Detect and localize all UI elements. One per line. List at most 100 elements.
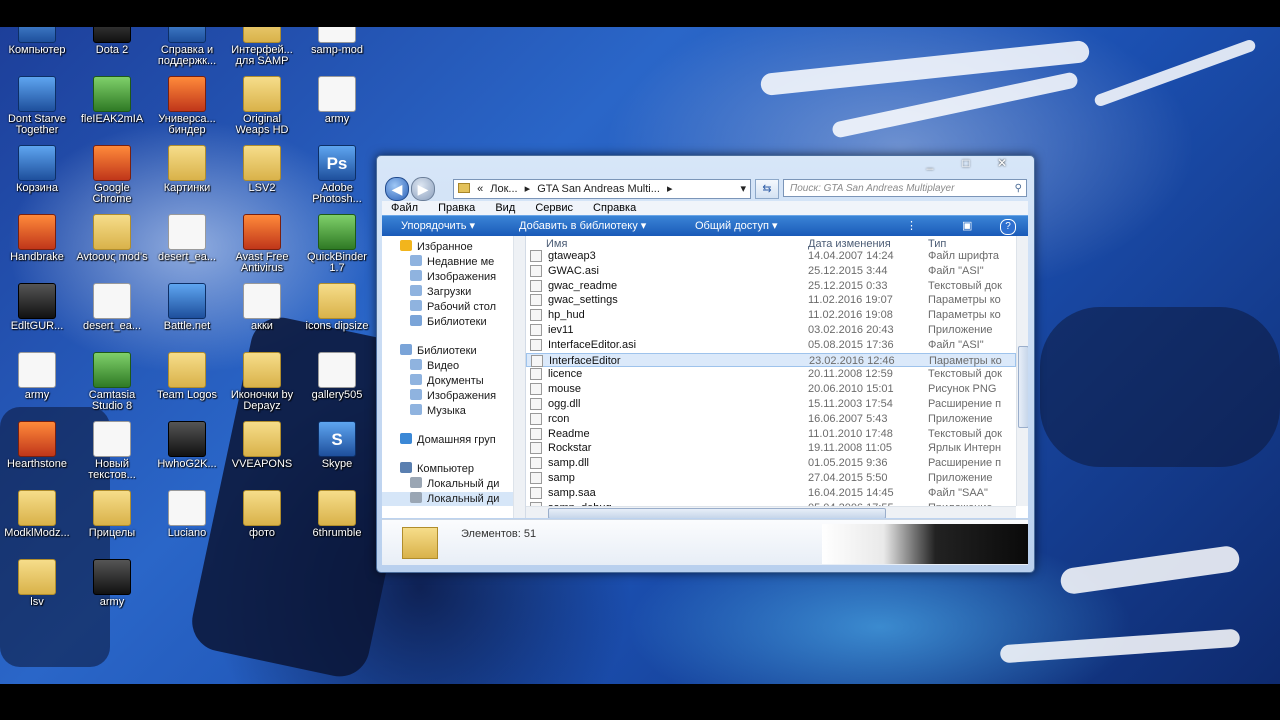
breadcrumb-gta-folder[interactable]: GTA San Andreas Multi...: [537, 183, 660, 195]
desktop-icon[interactable]: LSV2: [225, 145, 299, 194]
nav-item[interactable]: Недавние ме: [410, 255, 494, 269]
nav-item[interactable]: Локальный ди: [382, 492, 513, 506]
desktop-icon[interactable]: icons dipsize: [300, 283, 374, 332]
breadcrumb-separator[interactable]: ▸: [525, 183, 531, 195]
nav-item[interactable]: Избранное: [400, 240, 473, 254]
share-button[interactable]: Общий доступ ▾: [695, 216, 778, 236]
desktop-icon[interactable]: Handbrake: [0, 214, 74, 263]
desktop-icon[interactable]: EdltGUR...: [0, 283, 74, 332]
scroll-thumb[interactable]: [1018, 346, 1028, 428]
menu-tools[interactable]: Сервис: [535, 202, 573, 214]
search-input[interactable]: Поиск: GTA San Andreas Multiplayer ⚲: [783, 179, 1027, 197]
help-icon[interactable]: ?: [1000, 219, 1016, 235]
organize-button[interactable]: Упорядочить ▾: [401, 216, 475, 236]
file-row[interactable]: gtaweap3 14.04.2007 14:24 Файл шрифта: [526, 249, 1016, 263]
file-row[interactable]: samp 27.04.2015 5:50 Приложение: [526, 471, 1016, 485]
view-options-icon[interactable]: ⋮: [906, 216, 917, 236]
nav-item[interactable]: Видео: [410, 359, 459, 373]
desktop-icon[interactable]: HwhoG2K...: [150, 421, 224, 470]
desktop-icon[interactable]: gallery505: [300, 352, 374, 401]
file-row[interactable]: iev11 03.02.2016 20:43 Приложение: [526, 323, 1016, 337]
file-row[interactable]: samp.dll 01.05.2015 9:36 Расширение п: [526, 456, 1016, 470]
maximize-button[interactable]: □: [948, 156, 984, 172]
nav-item[interactable]: Рабочий стол: [410, 300, 496, 314]
nav-item[interactable]: Изображения: [410, 389, 496, 403]
file-row[interactable]: licence 20.11.2008 12:59 Текстовый док: [526, 367, 1016, 381]
desktop-icon[interactable]: desert_ea...: [150, 214, 224, 263]
desktop-icon[interactable]: Avtoους mod's: [75, 214, 149, 263]
desktop-icon[interactable]: Team Logos: [150, 352, 224, 401]
breadcrumb-overflow[interactable]: «: [477, 183, 483, 195]
desktop-icon[interactable]: QuickBinder 1.7: [300, 214, 374, 274]
desktop-icon[interactable]: Luciano: [150, 490, 224, 539]
nav-item[interactable]: Музыка: [410, 404, 466, 418]
explorer-window[interactable]: _ □ ✕ ◀ ▶ « Лок... ▸ GTA San Andreas Mul…: [376, 155, 1035, 573]
desktop-icon[interactable]: 6thrumble: [300, 490, 374, 539]
desktop-icon[interactable]: S Skype: [300, 421, 374, 470]
forward-button[interactable]: ▶: [411, 177, 435, 201]
address-bar[interactable]: « Лок... ▸ GTA San Andreas Multi... ▸ ▾: [453, 179, 751, 199]
file-row[interactable]: ogg.dll 15.11.2003 17:54 Расширение п: [526, 397, 1016, 411]
menu-help[interactable]: Справка: [593, 202, 636, 214]
file-row[interactable]: Rockstar 19.11.2008 11:05 Ярлык Интерн: [526, 441, 1016, 455]
search-icon[interactable]: ⚲: [1015, 180, 1022, 198]
desktop-icon[interactable]: Camtasia Studio 8: [75, 352, 149, 412]
desktop-icon[interactable]: Hearthstone: [0, 421, 74, 470]
desktop-icon[interactable]: Battle.net: [150, 283, 224, 332]
desktop-icon[interactable]: ModklModz...: [0, 490, 74, 539]
file-list[interactable]: Имя Дата изменения Тип gtaweap3 14.04.200…: [526, 236, 1028, 518]
nav-item[interactable]: Библиотеки: [410, 315, 487, 329]
nav-item[interactable]: Библиотеки: [400, 344, 477, 358]
minimize-button[interactable]: _: [912, 156, 948, 172]
desktop-icon[interactable]: samp-mod: [300, 27, 374, 56]
desktop-icon[interactable]: Интерфей... для SAMP: [225, 27, 299, 67]
file-row[interactable]: samp.saa 16.04.2015 14:45 Файл "SAA": [526, 486, 1016, 500]
desktop-icon[interactable]: Новый текстов...: [75, 421, 149, 481]
menu-view[interactable]: Вид: [495, 202, 515, 214]
refresh-button[interactable]: ⇆: [755, 179, 779, 199]
nav-item[interactable]: Загрузки: [410, 285, 471, 299]
nav-scrollbar[interactable]: [513, 236, 525, 518]
desktop-icon[interactable]: Original Weaps HD: [225, 76, 299, 136]
navigation-pane[interactable]: Избранное Недавние ме Изображения Загрузки Р…: [382, 236, 526, 518]
desktop-icon[interactable]: Компьютер: [0, 27, 74, 56]
back-button[interactable]: ◀: [385, 177, 409, 201]
desktop-icon[interactable]: Корзина: [0, 145, 74, 194]
desktop-icon[interactable]: Google Chrome: [75, 145, 149, 205]
add-to-library-button[interactable]: Добавить в библиотеку ▾: [519, 216, 646, 236]
desktop-icon[interactable]: Прицелы: [75, 490, 149, 539]
desktop-icon[interactable]: desert_ea...: [75, 283, 149, 332]
breadcrumb-local-disk[interactable]: Лок...: [490, 183, 517, 195]
nav-item[interactable]: Компьютер: [400, 462, 474, 476]
desktop-icon[interactable]: Dont Starve Together: [0, 76, 74, 136]
horizontal-scrollbar[interactable]: [526, 506, 1016, 518]
chevron-down-icon[interactable]: ▾: [740, 180, 746, 198]
desktop-icon[interactable]: Картинки: [150, 145, 224, 194]
nav-item[interactable]: Домашняя груп: [400, 433, 496, 447]
desktop-icon[interactable]: army: [75, 559, 149, 608]
desktop-icon[interactable]: army: [300, 76, 374, 125]
file-row[interactable]: gwac_settings 11.02.2016 19:07 Параметры к…: [526, 293, 1016, 307]
desktop-icon[interactable]: Иконочки by Depayz: [225, 352, 299, 412]
file-row[interactable]: GWAC.asi 25.12.2015 3:44 Файл "ASI": [526, 264, 1016, 278]
desktop-icon[interactable]: Ps Adobe Photosh...: [300, 145, 374, 205]
menu-file[interactable]: Файл: [391, 202, 418, 214]
file-row[interactable]: InterfaceEditor 23.02.2016 12:46 Параметры…: [526, 352, 1016, 367]
menu-edit[interactable]: Правка: [438, 202, 475, 214]
vertical-scrollbar[interactable]: [1016, 236, 1028, 506]
nav-item[interactable]: Документы: [410, 374, 484, 388]
nav-item[interactable]: Изображения: [410, 270, 496, 284]
file-row[interactable]: hp_hud 11.02.2016 19:08 Параметры ко: [526, 308, 1016, 322]
desktop-icon[interactable]: Универса... биндер: [150, 76, 224, 136]
desktop-icon[interactable]: army: [0, 352, 74, 401]
file-row[interactable]: gwac_readme 25.12.2015 0:33 Текстовый док: [526, 279, 1016, 293]
desktop-icon[interactable]: lsv: [0, 559, 74, 608]
desktop-icon[interactable]: fleIEAK2mIA: [75, 76, 149, 125]
desktop-icon[interactable]: Dota 2: [75, 27, 149, 56]
file-row[interactable]: rcon 16.06.2007 5:43 Приложение: [526, 412, 1016, 426]
nav-item[interactable]: Локальный ди: [410, 477, 499, 491]
desktop-icon[interactable]: Avast Free Antivirus: [225, 214, 299, 274]
desktop-icon[interactable]: Справка и поддержк...: [150, 27, 224, 67]
scroll-thumb[interactable]: [548, 508, 886, 518]
desktop-icon[interactable]: фото: [225, 490, 299, 539]
